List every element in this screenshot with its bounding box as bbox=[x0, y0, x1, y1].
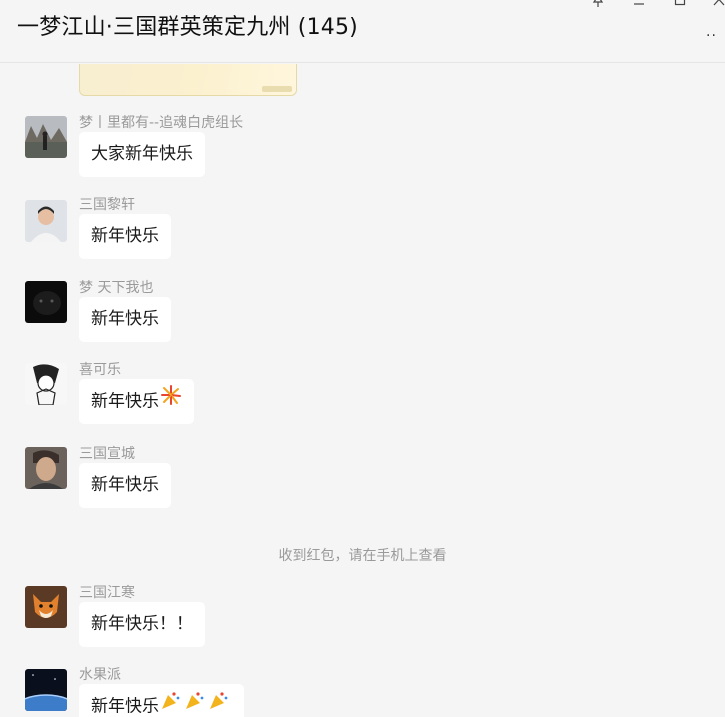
message-text: 新年快乐 bbox=[91, 696, 159, 717]
avatar-anime-sketch[interactable] bbox=[25, 363, 67, 405]
avatar-outdoor-photo[interactable] bbox=[25, 116, 67, 158]
avatar-earth-orbit[interactable] bbox=[25, 669, 67, 711]
message-text: 新年快乐！！ bbox=[91, 614, 193, 634]
chat-title: 一梦江山·三国群英策定九州 (145) bbox=[17, 15, 358, 40]
sender-name: 喜可乐 bbox=[79, 362, 121, 378]
message-text: 新年快乐 bbox=[91, 475, 159, 495]
message-list: 梦丨里都有--追魂白虎组长 大家新年快乐 三国黎轩 新年快乐 梦 天下我也 新年… bbox=[0, 64, 725, 717]
minimize-icon[interactable] bbox=[633, 0, 645, 6]
sender-name: 水果派 bbox=[79, 667, 121, 683]
sender-name: 三国宣城 bbox=[79, 446, 135, 462]
party-popper-emoji bbox=[160, 684, 232, 717]
message-bubble[interactable]: 新年快乐！！ bbox=[79, 602, 205, 647]
sender-name: 三国江寒 bbox=[79, 585, 135, 601]
sender-name: 梦 天下我也 bbox=[79, 280, 154, 296]
message-bubble[interactable]: 新年快乐 bbox=[79, 684, 244, 717]
image-message[interactable] bbox=[79, 64, 297, 96]
message-bubble[interactable]: 新年快乐 bbox=[79, 214, 171, 259]
sender-name: 梦丨里都有--追魂白虎组长 bbox=[79, 115, 244, 131]
pin-icon[interactable] bbox=[590, 0, 606, 8]
fireworks-emoji bbox=[160, 379, 182, 424]
maximize-icon[interactable] bbox=[674, 0, 686, 6]
sender-name: 三国黎轩 bbox=[79, 197, 135, 213]
message-text: 新年快乐 bbox=[91, 309, 159, 329]
title-bar: 一梦江山·三国群英策定九州 (145) ·· bbox=[0, 0, 725, 63]
message-bubble[interactable]: 新年快乐 bbox=[79, 463, 171, 508]
message-bubble[interactable]: 新年快乐 bbox=[79, 297, 171, 342]
avatar-fox-character[interactable] bbox=[25, 586, 67, 628]
avatar-man-portrait[interactable] bbox=[25, 200, 67, 242]
message-bubble[interactable]: 新年快乐 bbox=[79, 379, 194, 424]
avatar-cartoon-face[interactable] bbox=[25, 447, 67, 489]
message-text: 新年快乐 bbox=[91, 391, 159, 412]
message-bubble[interactable]: 大家新年快乐 bbox=[79, 132, 205, 177]
message-text: 新年快乐 bbox=[91, 226, 159, 246]
message-text: 大家新年快乐 bbox=[91, 144, 193, 164]
avatar-black-panther[interactable] bbox=[25, 281, 67, 323]
system-notice: 收到红包，请在手机上查看 bbox=[278, 548, 447, 564]
more-icon[interactable]: ·· bbox=[706, 28, 717, 44]
close-icon[interactable] bbox=[712, 0, 725, 6]
